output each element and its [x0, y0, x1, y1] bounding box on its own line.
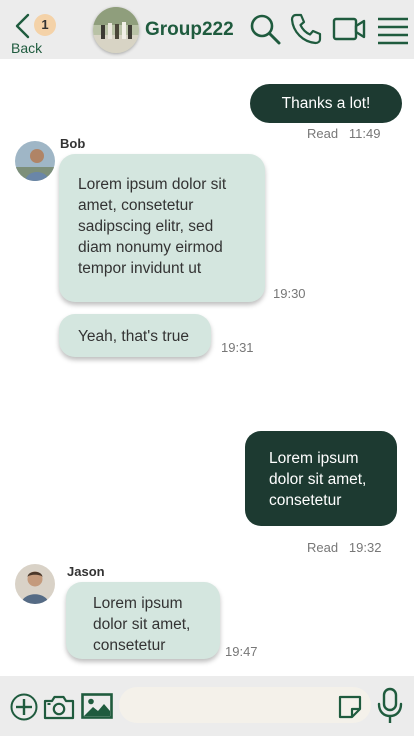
menu-icon[interactable]	[376, 12, 410, 46]
message-bubble-outgoing[interactable]: Lorem ipsum dolor sit amet, consetetur	[245, 431, 397, 526]
camera-icon[interactable]	[43, 694, 75, 720]
back-button[interactable]: 1 Back	[8, 10, 58, 56]
message-bubble-incoming[interactable]: Lorem ipsum dolor sit amet, consetetur	[66, 582, 220, 659]
message-time: 19:30	[273, 286, 306, 301]
chat-header: 1 Back Group222	[0, 0, 414, 59]
message-text: Lorem ipsum dolor sit amet, consetetur	[93, 595, 191, 654]
avatar-jason[interactable]	[15, 564, 55, 604]
back-label: Back	[11, 40, 43, 56]
image-icon[interactable]	[81, 693, 113, 719]
composer-bar	[0, 676, 414, 736]
read-status: Read	[307, 126, 339, 141]
message-text: Lorem ipsum dolor sit amet, consetetur s…	[78, 176, 227, 277]
plus-icon[interactable]	[10, 693, 38, 721]
group-avatar[interactable]	[93, 7, 139, 53]
video-icon[interactable]	[332, 12, 366, 46]
sticker-icon[interactable]	[338, 695, 362, 719]
search-icon[interactable]	[248, 12, 282, 46]
message-meta: Read 19:32	[307, 540, 381, 555]
message-meta: Read 11:49	[307, 126, 381, 141]
message-time: 19:32	[348, 540, 382, 555]
message-time: 19:47	[225, 644, 258, 659]
message-time: 19:31	[221, 340, 254, 355]
message-text: Lorem ipsum dolor sit amet, consetetur	[269, 450, 367, 509]
unread-badge: 1	[34, 14, 56, 36]
group-name: Group222	[145, 19, 234, 40]
message-input[interactable]	[119, 687, 371, 723]
message-bubble-incoming[interactable]: Yeah, that's true	[59, 314, 211, 357]
microphone-icon[interactable]	[376, 687, 404, 725]
message-text: Thanks a lot!	[281, 95, 371, 112]
phone-icon[interactable]	[289, 12, 323, 46]
chevron-left-icon	[15, 13, 30, 39]
message-bubble-incoming[interactable]: Lorem ipsum dolor sit amet, consetetur s…	[59, 154, 265, 302]
message-bubble-outgoing[interactable]: Thanks a lot!	[250, 84, 402, 123]
read-status: Read	[307, 540, 339, 555]
message-text: Yeah, that's true	[78, 328, 189, 345]
message-time: 11:49	[348, 126, 381, 141]
sender-name: Jason	[67, 564, 105, 579]
sender-name: Bob	[60, 136, 86, 151]
avatar-bob[interactable]	[15, 141, 55, 181]
